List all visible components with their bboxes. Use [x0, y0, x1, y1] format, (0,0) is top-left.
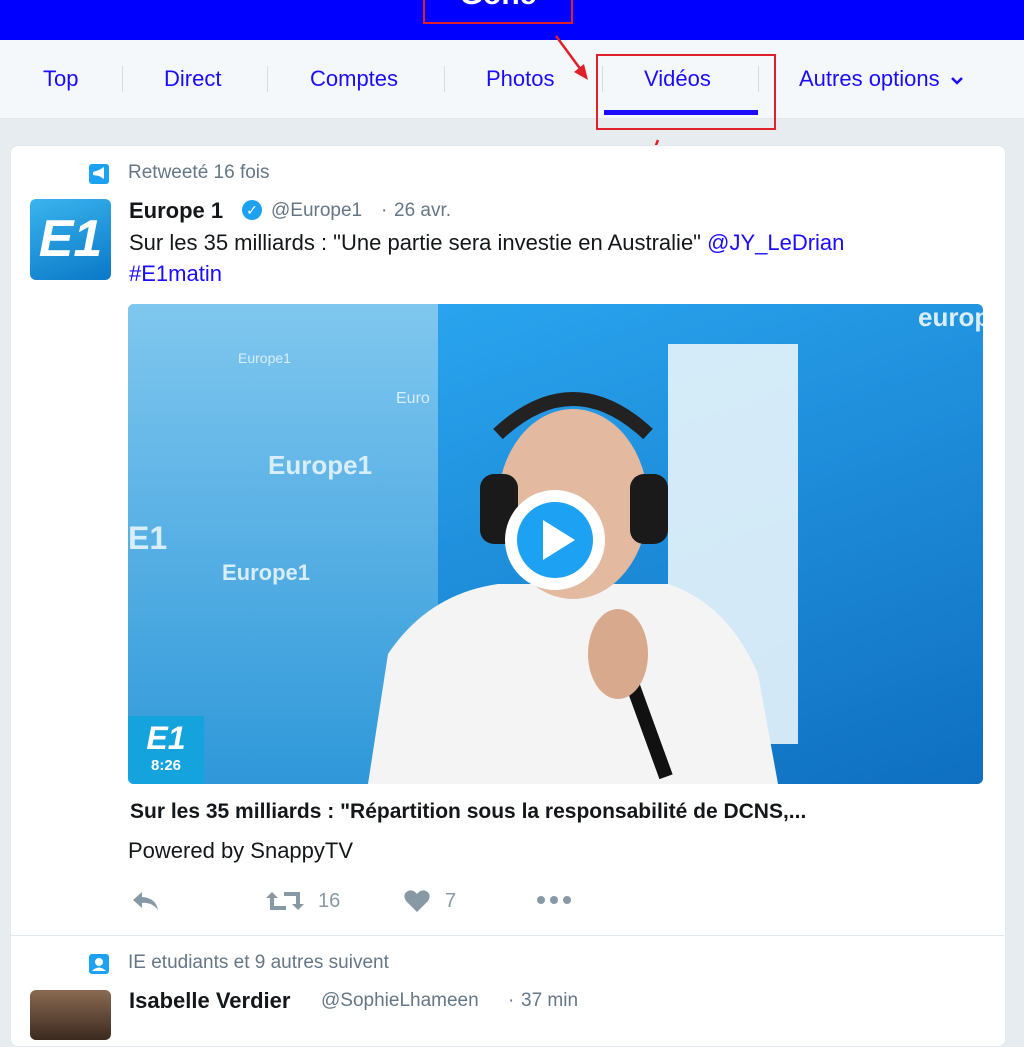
like-heart-icon[interactable]	[403, 888, 431, 914]
bg-logo-text: E1	[128, 520, 168, 556]
tweet-text-body: Sur les 35 milliards : "Une partie sera …	[129, 230, 708, 255]
bg-logo-text: Europe1	[238, 350, 291, 366]
author-handle[interactable]: @SophieLhameen	[321, 990, 479, 1012]
video-card-title[interactable]: Sur les 35 milliards : "Répartition sous…	[130, 800, 806, 824]
follow-person-icon	[89, 954, 109, 974]
retweet-count: 16	[318, 890, 341, 912]
powered-by: Powered by SnappyTV	[128, 838, 354, 863]
like-count: 7	[445, 890, 457, 912]
author-name[interactable]: Isabelle Verdier	[129, 988, 290, 1014]
highlight-box-videos	[596, 54, 776, 130]
avatar[interactable]: E1	[30, 199, 111, 280]
annotation-arrow	[554, 35, 588, 80]
separator-dot: ·	[381, 200, 388, 221]
retweet-context[interactable]: Retweeté 16 fois	[128, 162, 270, 184]
tab-direct[interactable]: Direct	[164, 66, 221, 92]
play-icon	[543, 520, 575, 560]
tweet-time[interactable]: 26 avr.	[394, 200, 451, 222]
tweet-time[interactable]: 37 min	[521, 990, 578, 1012]
tab-separator	[122, 66, 123, 92]
top-bar: Gone	[0, 0, 1024, 40]
author-handle[interactable]: @Europe1	[271, 200, 362, 222]
tab-separator	[267, 66, 268, 92]
separator-dot: ·	[508, 990, 515, 1011]
video-player[interactable]: Europe1 Europe1 Europe1 Euro europ E1 E1…	[128, 304, 983, 784]
chevron-down-icon	[950, 77, 963, 85]
hashtag-link[interactable]: #E1matin	[129, 261, 222, 286]
follow-context[interactable]: IE etudiants et 9 autres suivent	[128, 952, 389, 974]
bg-logo-text: europ	[918, 304, 983, 332]
retweet-megaphone-icon	[89, 164, 109, 184]
tab-separator	[444, 66, 445, 92]
mention-link[interactable]: @JY_LeDrian	[707, 230, 844, 255]
more-options-icon[interactable]	[536, 893, 572, 907]
bg-logo-text: Europe1	[268, 450, 373, 480]
tab-top[interactable]: Top	[43, 66, 78, 92]
retweet-icon[interactable]	[266, 888, 304, 914]
boxed-text: Gone	[425, 0, 571, 12]
tweet-divider	[10, 935, 1004, 936]
reply-icon[interactable]	[130, 888, 162, 914]
tab-comptes[interactable]: Comptes	[310, 66, 398, 92]
bg-logo-text: Europe1	[222, 560, 311, 585]
search-tabs: Top Direct Comptes Photos Vidéos Autres …	[0, 40, 1024, 119]
author-name[interactable]: Europe 1	[129, 198, 223, 224]
video-duration: 8:26	[150, 757, 182, 774]
tab-autres-options[interactable]: Autres options	[799, 66, 964, 92]
avatar[interactable]	[30, 990, 111, 1040]
tweet-text: Sur les 35 milliards : "Une partie sera …	[129, 227, 949, 289]
highlight-box-top: Gone	[423, 0, 573, 24]
tab-autres-options-label: Autres options	[799, 66, 940, 91]
badge-logo: E1	[146, 720, 186, 756]
verified-badge-icon: ✓	[242, 200, 262, 220]
video-duration-badge: E1 8:26	[128, 716, 204, 784]
